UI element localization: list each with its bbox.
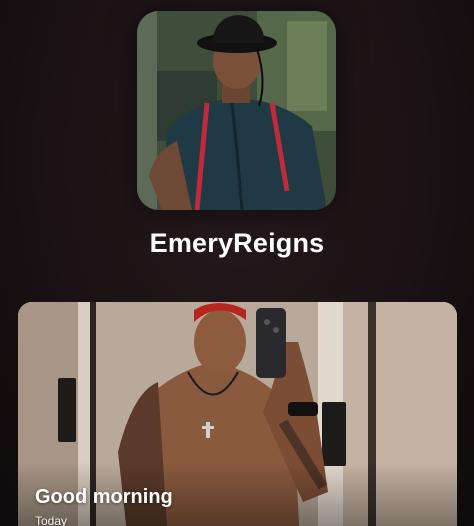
post-timestamp: Today — [35, 514, 68, 526]
profile-avatar[interactable] — [137, 11, 336, 210]
avatar-photo — [137, 11, 336, 210]
post-title: Good morning — [35, 486, 173, 508]
profile-username: EmeryReigns — [149, 228, 325, 258]
post-card[interactable]: Good morning Today — [18, 302, 457, 526]
